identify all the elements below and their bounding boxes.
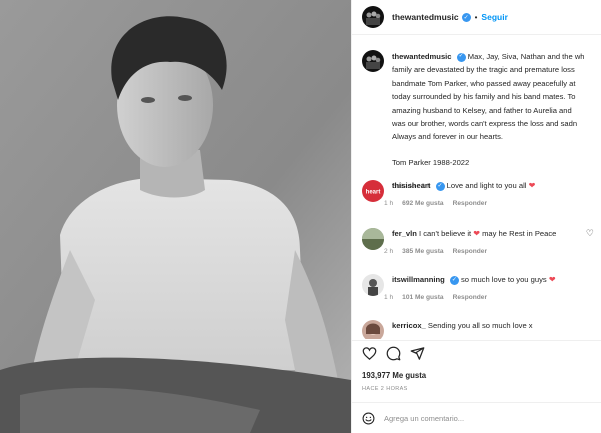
caption-username[interactable]: thewantedmusic xyxy=(392,52,452,61)
comment-likes[interactable]: 385 Me gusta xyxy=(402,248,443,255)
comment-text-continued: may he Rest in Peace xyxy=(482,229,557,238)
post-photo[interactable] xyxy=(0,0,351,433)
commenter-avatar[interactable]: heart xyxy=(362,180,384,202)
author-avatar[interactable] xyxy=(362,6,384,28)
comment-bubble-icon[interactable] xyxy=(386,346,401,361)
caption-line: family are devastated by the tragic and … xyxy=(392,65,575,75)
red-heart-icon: ❤ xyxy=(473,229,480,238)
reply-button[interactable]: Responder xyxy=(453,200,487,207)
post-header: thewantedmusic ✓ • Seguir xyxy=(352,0,601,35)
comment-text: Sending you all so much love x xyxy=(427,321,533,330)
comment-text: I can't believe it xyxy=(419,229,472,238)
red-heart-icon: ❤ xyxy=(528,181,536,190)
emoji-smiley-icon[interactable] xyxy=(362,412,375,425)
caption-text: Max, Jay, Siva, Nathan and the wh xyxy=(467,52,585,61)
reply-button[interactable]: Responder xyxy=(453,294,487,301)
author-username[interactable]: thewantedmusic xyxy=(392,12,459,22)
post-side-panel: thewantedmusic ✓ • Seguir thewantedmusic… xyxy=(351,0,601,433)
comment-likes[interactable]: 692 Me gusta xyxy=(402,200,443,207)
caption-avatar[interactable] xyxy=(362,50,384,72)
post-actions: 193,977 Me gusta HACE 2 HORAS xyxy=(352,340,601,432)
commenter-username[interactable]: thisisheart xyxy=(392,181,430,190)
add-comment-bar xyxy=(352,402,601,433)
caption-line: Always and forever in our hearts. xyxy=(392,132,504,142)
like-heart-icon[interactable] xyxy=(362,346,377,361)
likes-count[interactable]: 193,977 Me gusta xyxy=(362,371,426,380)
comment-time[interactable]: 1 h xyxy=(384,200,393,207)
caption-line: thewantedmusic ✓ Max, Jay, Siva, Nathan … xyxy=(392,50,601,63)
comments-scroll-area[interactable]: thewantedmusic ✓ Max, Jay, Siva, Nathan … xyxy=(352,36,601,339)
commenter-username[interactable]: fer_vln xyxy=(392,229,417,238)
comment-item: itswillmanning ✓ so much love to you guy… xyxy=(362,274,601,301)
comment-time[interactable]: 1 h xyxy=(384,294,393,301)
caption-line: was our brother, words can't express the… xyxy=(392,119,578,129)
caption-signature: Tom Parker 1988-2022 xyxy=(392,157,470,167)
verified-badge-icon: ✓ xyxy=(456,52,466,62)
follow-button[interactable]: Seguir xyxy=(481,12,507,22)
header-separator: • xyxy=(474,12,478,22)
comment-time[interactable]: 2 h xyxy=(384,248,393,255)
comment-item: fer_vln I can't believe it ❤ may he Rest… xyxy=(362,228,601,255)
commenter-avatar[interactable] xyxy=(362,320,384,339)
post-timestamp: HACE 2 HORAS xyxy=(362,386,408,392)
verified-badge-icon: ✓ xyxy=(435,181,445,191)
comment-text: so much love to you guys xyxy=(461,275,547,284)
verified-badge-icon: ✓ xyxy=(461,12,471,22)
like-comment-heart-icon[interactable]: ♡ xyxy=(586,228,594,239)
commenter-avatar[interactable] xyxy=(362,274,384,296)
commenter-avatar[interactable] xyxy=(362,228,384,250)
share-paper-plane-icon[interactable] xyxy=(410,346,425,361)
reply-button[interactable]: Responder xyxy=(453,248,487,255)
svg-text:heart: heart xyxy=(366,190,381,196)
portrait-image xyxy=(0,0,351,433)
verified-badge-icon: ✓ xyxy=(449,275,459,285)
comment-text: Love and light to you all xyxy=(446,181,527,190)
caption-line: amazing husband to Kelsey, and father to… xyxy=(392,105,572,115)
caption-line: today surrounded by his family and his b… xyxy=(392,92,576,102)
commenter-username[interactable]: kerricox_ xyxy=(392,321,426,330)
comment-item: heart thisisheart ✓ Love and light to yo… xyxy=(362,180,601,207)
comment-item: kerricox_ Sending you all so much love x xyxy=(362,320,601,339)
red-heart-icon: ❤ xyxy=(548,275,556,284)
post-caption: thewantedmusic ✓ Max, Jay, Siva, Nathan … xyxy=(362,50,601,194)
commenter-username[interactable]: itswillmanning xyxy=(392,275,445,284)
add-comment-input[interactable] xyxy=(384,413,584,423)
comment-likes[interactable]: 101 Me gusta xyxy=(402,294,443,301)
caption-line: bandmate Tom Parker, who passed away pea… xyxy=(392,78,576,88)
